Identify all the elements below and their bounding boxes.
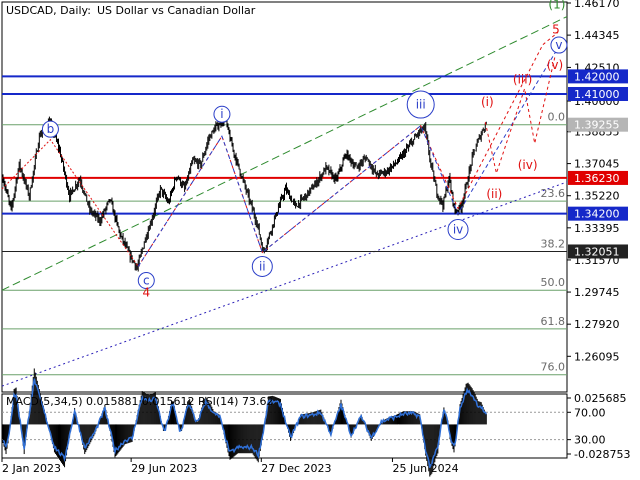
wave-label: i: [220, 107, 223, 121]
price-tick-label: 1.26095: [574, 350, 620, 363]
fib-level-label: 61.8: [541, 315, 566, 328]
wave-label: (iv): [518, 158, 538, 172]
wave-label: iv: [453, 222, 463, 236]
price-level-box-label: 1.32051: [574, 245, 620, 258]
price-tick-label: 1.27920: [574, 318, 620, 331]
wave-label: (1): [548, 0, 565, 12]
price-tick-label: 1.29745: [574, 286, 620, 299]
indicator-tick-label: 70.00: [574, 406, 606, 419]
price-chart: 0.0 23.6 38.2 50.0 61.8 76.0 0.02568570.00 30.…: [0, 0, 640, 480]
wave-label: iii: [416, 98, 426, 112]
wave-label: (iii): [513, 72, 532, 86]
wave-label: v: [555, 38, 562, 52]
price-level-box-label: 1.41000: [574, 88, 620, 101]
wave-label: (i): [481, 95, 494, 109]
wave-label: (ii): [486, 187, 502, 201]
fib-level-label: 50.0: [541, 276, 566, 289]
indicator-tick-label: -0.028753: [574, 448, 630, 461]
price-level-box-label: 1.36230: [574, 172, 620, 185]
price-tick-label: 1.33395: [574, 222, 620, 235]
indicator-tick-label: 30.00: [574, 434, 606, 447]
wave-label: b: [47, 122, 55, 136]
wave-label: 4: [142, 285, 150, 299]
wave-label: 5: [552, 22, 560, 36]
fib-level-label: 0.0: [548, 111, 566, 124]
indicator-tick-label: 0.025685: [574, 392, 627, 405]
price-tick-label: 1.37045: [574, 158, 620, 171]
date-tick-label: 27 Dec 2023: [261, 462, 331, 475]
date-tick-label: 25 Jun 2024: [392, 462, 458, 475]
price-level-box-label: 1.39255: [574, 119, 620, 132]
wave-label: ii: [259, 259, 266, 273]
chart-description: US Dollar vs Canadian Dollar: [97, 4, 256, 17]
chart-symbol: USDCAD, Daily:: [6, 4, 91, 17]
price-tick-label: 1.46170: [574, 0, 620, 10]
fib-level-label: 76.0: [541, 361, 566, 374]
price-tick-label: 1.44345: [574, 29, 620, 42]
indicator-label: MACD(5,34,5) 0.015881 0.015612 RSI(14) 7…: [6, 395, 273, 408]
date-tick-label: 29 Jun 2023: [131, 462, 197, 475]
wave-label: (v): [547, 58, 563, 72]
date-tick-label: 2 Jan 2023: [2, 462, 61, 475]
fib-level-label: 38.2: [541, 237, 566, 250]
price-level-box-label: 1.42000: [574, 70, 620, 83]
price-level-box-label: 1.34200: [574, 208, 620, 221]
price-tick-label: 1.35220: [574, 190, 620, 203]
fib-level-label: 23.6: [541, 187, 566, 200]
